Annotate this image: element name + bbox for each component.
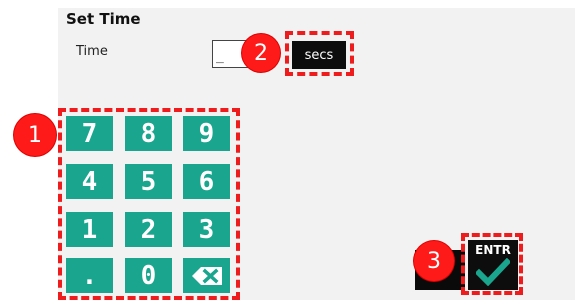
annotation-box-1 bbox=[58, 108, 240, 300]
annotation-marker-3: 3 bbox=[414, 241, 454, 281]
dialog-title: Set Time bbox=[66, 10, 141, 28]
annotation-box-3 bbox=[461, 233, 523, 295]
annotation-marker-1: 1 bbox=[14, 114, 56, 156]
annotation-marker-2: 2 bbox=[242, 34, 280, 72]
annotation-box-2 bbox=[285, 31, 354, 76]
time-label: Time bbox=[76, 44, 108, 59]
